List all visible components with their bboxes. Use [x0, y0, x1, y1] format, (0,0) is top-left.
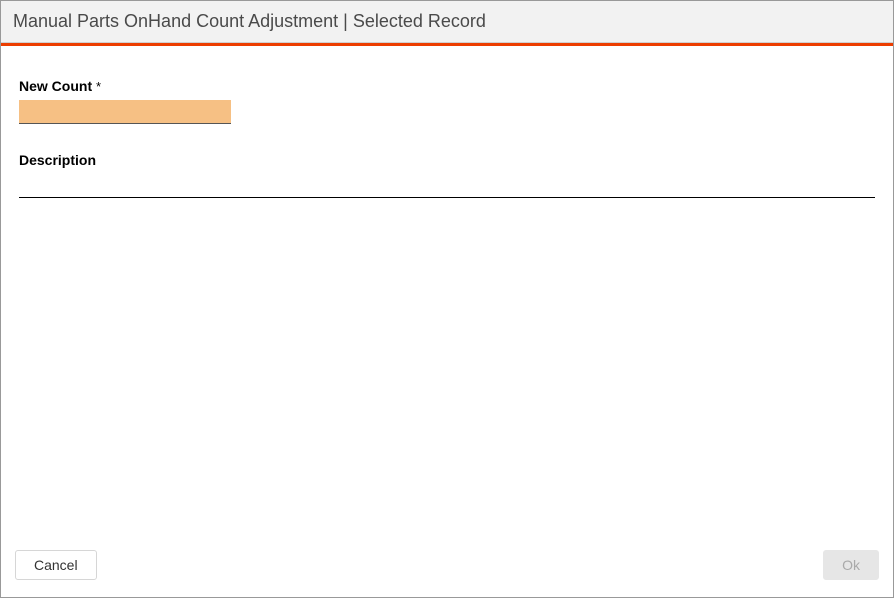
ok-button[interactable]: Ok [823, 550, 879, 580]
dialog-window: Manual Parts OnHand Count Adjustment | S… [0, 0, 894, 598]
new-count-label: New Count * [19, 78, 875, 94]
new-count-row: New Count * [19, 78, 875, 124]
description-input[interactable] [19, 174, 875, 198]
description-label: Description [19, 152, 875, 168]
description-row: Description [19, 152, 875, 198]
dialog-title: Manual Parts OnHand Count Adjustment | S… [13, 11, 486, 31]
required-asterisk: * [96, 79, 101, 94]
cancel-button[interactable]: Cancel [15, 550, 97, 580]
new-count-input[interactable] [19, 100, 231, 124]
new-count-label-text: New Count [19, 78, 92, 94]
dialog-footer: Cancel Ok [1, 545, 893, 597]
dialog-body: New Count * Description [1, 46, 893, 597]
dialog-title-bar: Manual Parts OnHand Count Adjustment | S… [1, 1, 893, 43]
